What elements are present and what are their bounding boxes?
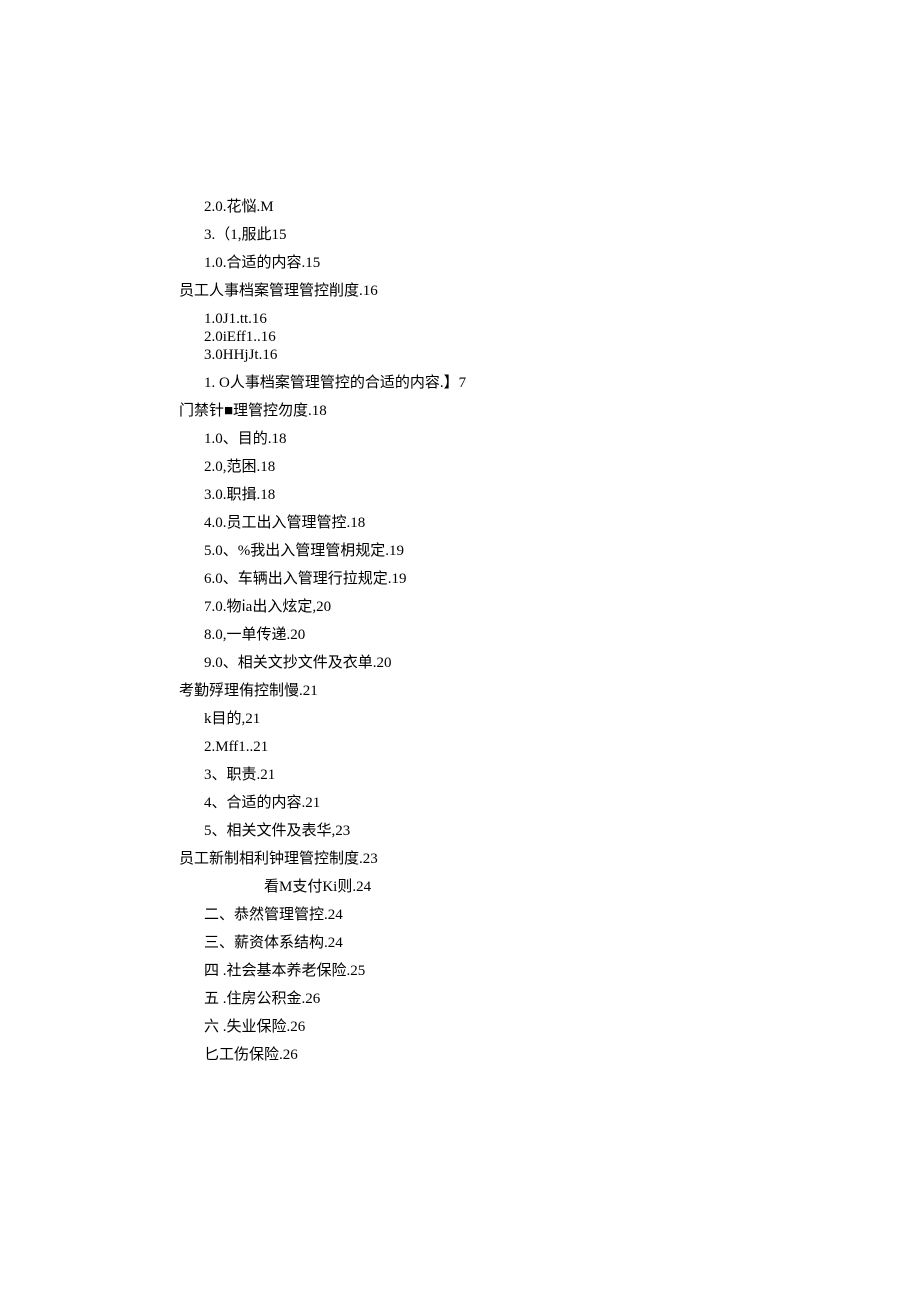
toc-entry: 三、薪资体系结构.24: [179, 936, 800, 951]
toc-entry: 9.0、相关文抄文件及衣单.20: [179, 656, 800, 671]
toc-entry: 五 .住房公积金.26: [179, 992, 800, 1007]
toc-entry: 3.（1,服此15: [179, 228, 800, 243]
toc-entry: 5、相关文件及表华,23: [179, 824, 800, 839]
toc-entry: 二、恭然管理管控.24: [179, 908, 800, 923]
toc-entry: 匕工伤保险.26: [179, 1048, 800, 1063]
toc-entry: 4.0.员工出入管理管控.18: [179, 516, 800, 531]
toc-entry: 2.0iEff1..16: [179, 330, 800, 345]
toc-entry: 8.0,一单传递.20: [179, 628, 800, 643]
toc-section-heading: 员工新制相利钟理管控制度.23: [179, 852, 800, 867]
toc-entry: 1.0.合适的内容.15: [179, 256, 800, 271]
toc-section-heading: 员工人事档案管理管控削度.16: [179, 284, 800, 299]
toc-section-heading: 门禁针■理管控勿度.18: [179, 404, 800, 419]
toc-entry: 1. O人事档案管理管控的合适的内容.】7: [179, 376, 800, 391]
toc-entry: 看M支付Ki则.24: [179, 880, 800, 895]
toc-entry: 3.0.职揖.18: [179, 488, 800, 503]
toc-entry: 6.0、车辆出入管理行拉规定.19: [179, 572, 800, 587]
toc-entry: 7.0.物ⅰa出入炫定,20: [179, 600, 800, 615]
toc-entry: 3.0HHjJt.16: [179, 348, 800, 363]
toc-entry: 2.Mff1..21: [179, 740, 800, 755]
toc-entry: 六 .失业保险.26: [179, 1020, 800, 1035]
toc-entry: k目的,21: [179, 712, 800, 727]
document-page: 2.0.花悩.M 3.（1,服此15 1.0.合适的内容.15 员工人事档案管理…: [0, 0, 920, 1063]
toc-entry: 2.0,范困.18: [179, 460, 800, 475]
toc-entry: 4、合适的内容.21: [179, 796, 800, 811]
toc-entry: 四 .社会基本养老保险.25: [179, 964, 800, 979]
toc-entry: 1.0、目的.18: [179, 432, 800, 447]
toc-entry: 3、职责.21: [179, 768, 800, 783]
toc-entry: 1.0J1.tt.16: [179, 312, 800, 327]
toc-entry: 2.0.花悩.M: [179, 200, 800, 215]
toc-section-heading: 考勤殍理侑控制慢.21: [179, 684, 800, 699]
toc-entry: 5.0、%我出入管理管枂规定.19: [179, 544, 800, 559]
